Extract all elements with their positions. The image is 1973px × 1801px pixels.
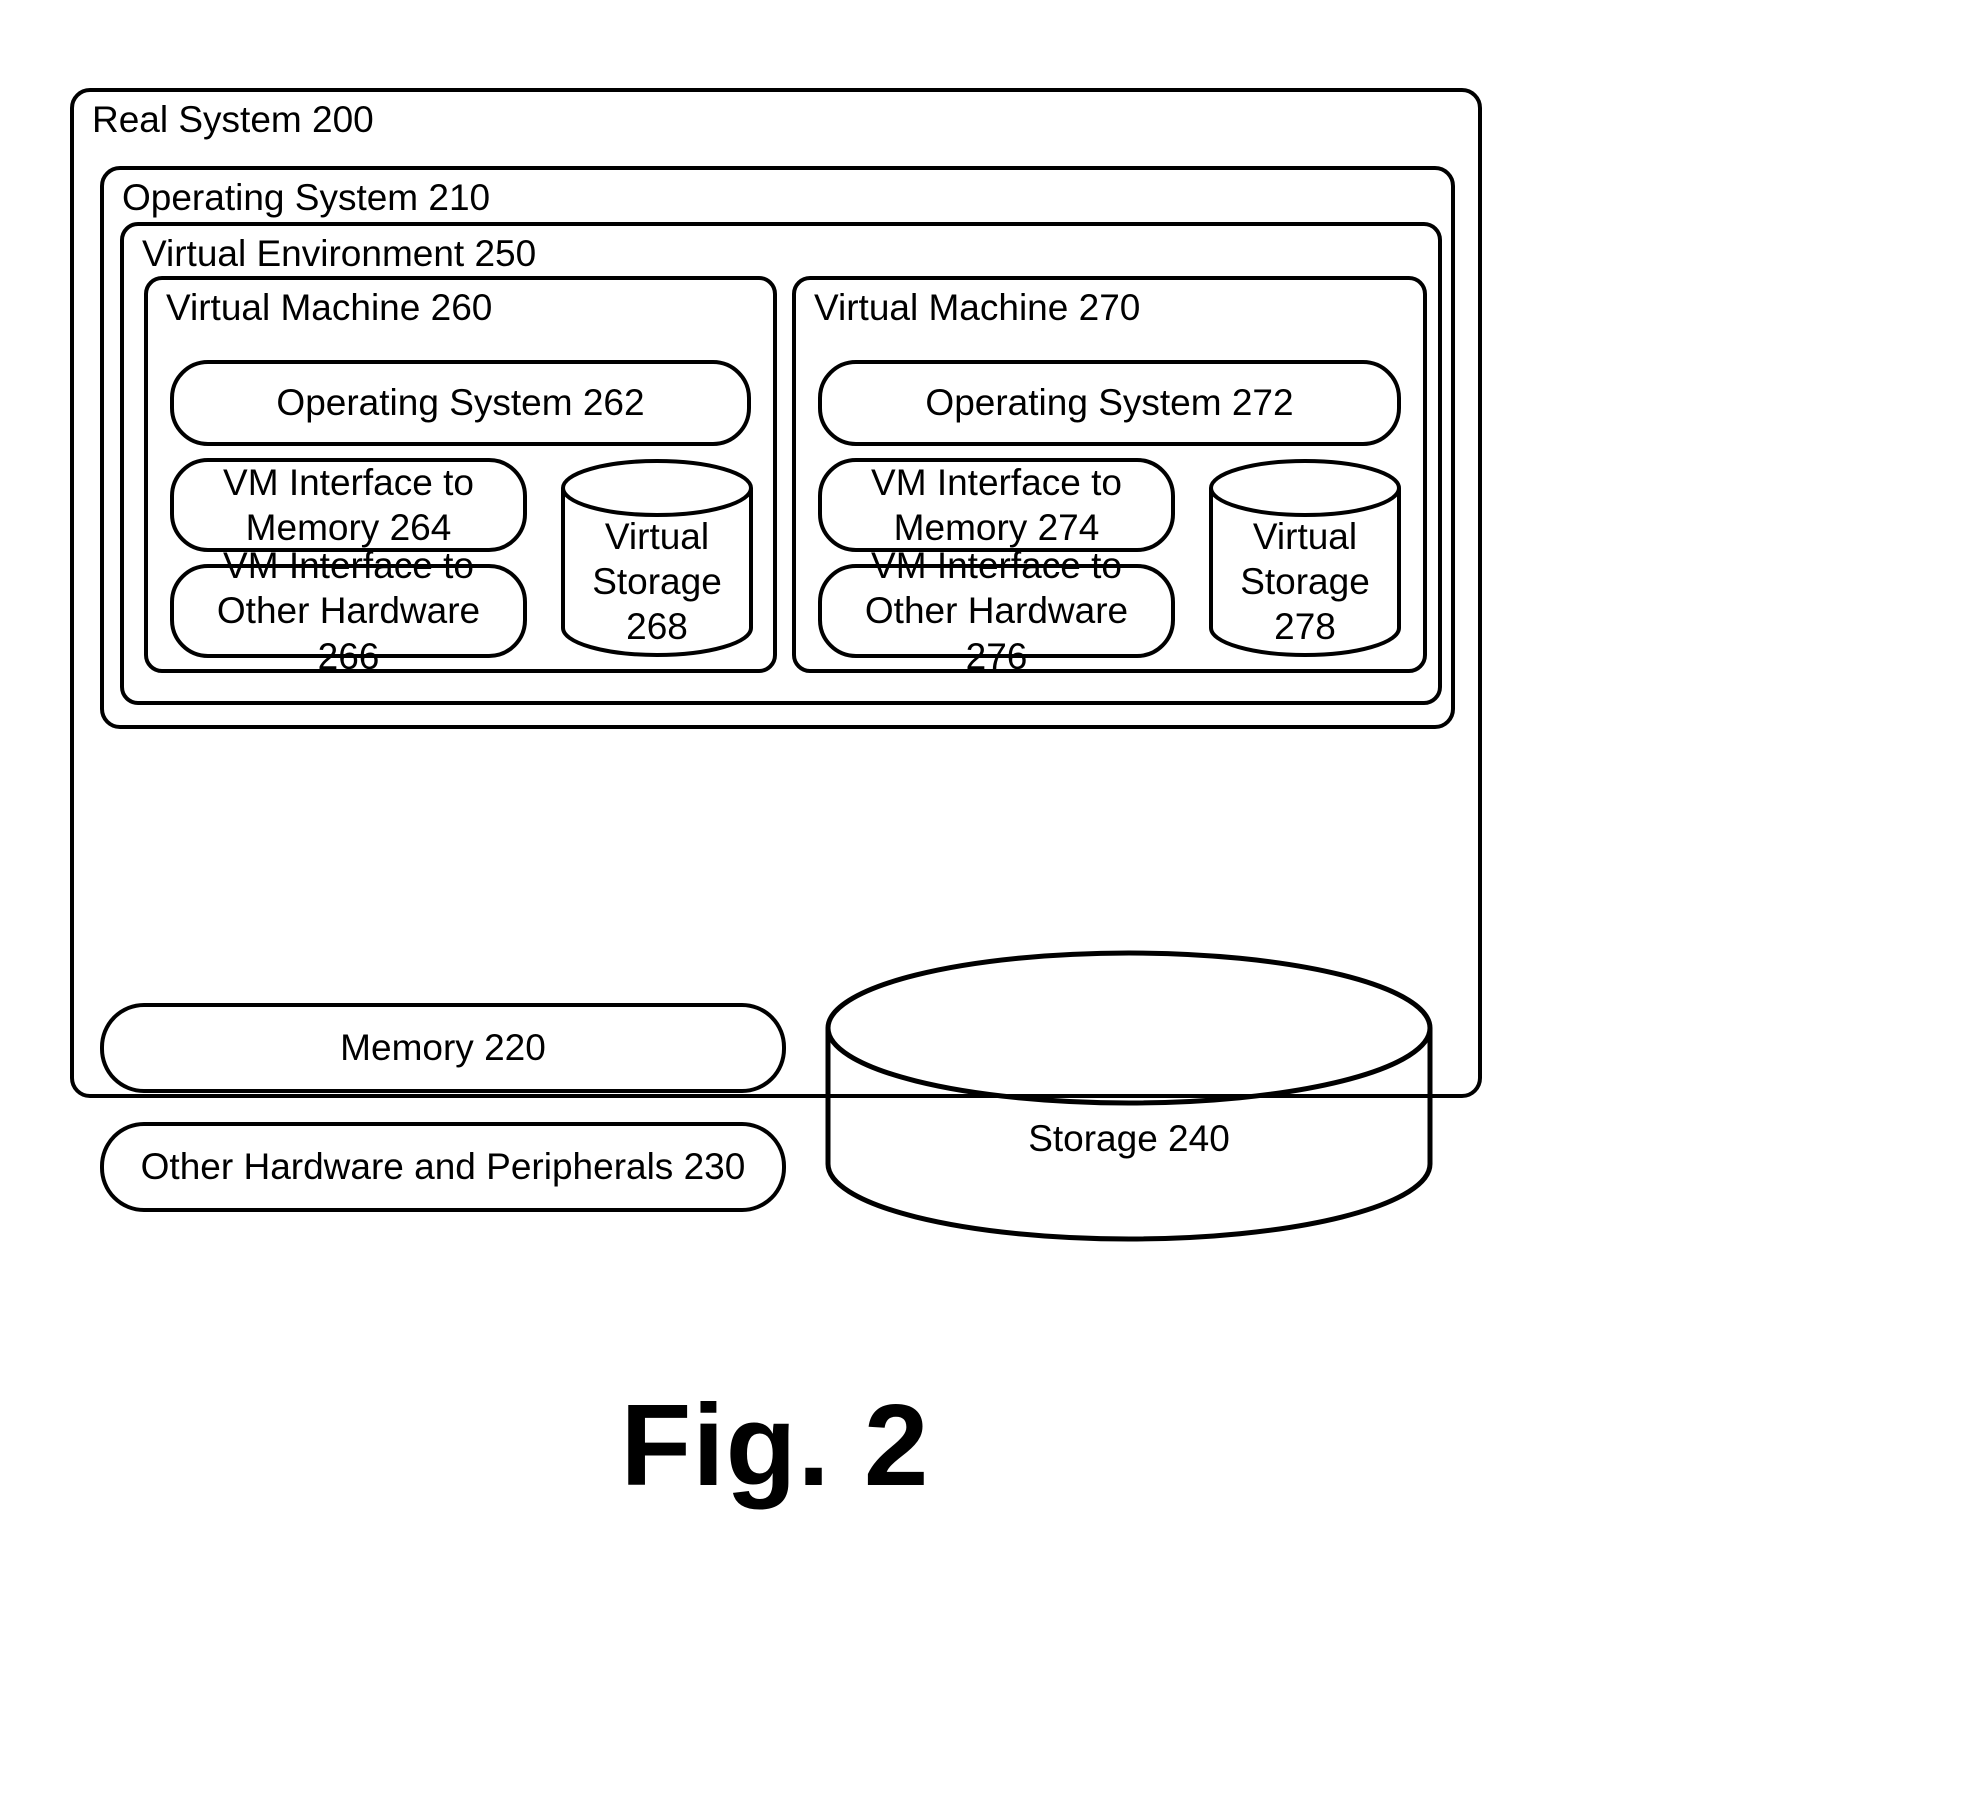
virtual-storage-278-cylinder: Virtual Storage 278 bbox=[1208, 458, 1402, 658]
real-system-title: Real System 200 bbox=[92, 99, 374, 140]
figure-caption: Fig. 2 bbox=[620, 1380, 930, 1510]
other-hardware-230-label: Other Hardware and Peripherals 230 bbox=[140, 1146, 746, 1188]
virtual-machine-260-title: Virtual Machine 260 bbox=[166, 287, 493, 328]
virtual-storage-268-label: Virtual Storage 268 bbox=[592, 516, 722, 648]
vm-260-interface-to-memory-label: VM Interface to Memory 264 bbox=[223, 461, 474, 548]
memory-220-label: Memory 220 bbox=[340, 1027, 546, 1069]
vm-270-interface-to-other-hardware-box: VM Interface to Other Hardware 276 bbox=[818, 545, 1175, 677]
virtual-machine-270-title: Virtual Machine 270 bbox=[814, 287, 1141, 328]
memory-220-box: Memory 220 bbox=[100, 1003, 786, 1093]
virtual-machine-260-container: Virtual Machine 260 Operating System 262… bbox=[144, 276, 777, 677]
vm-270-interface-to-memory-label: VM Interface to Memory 274 bbox=[871, 461, 1122, 548]
vm-260-interface-to-other-hardware-box: VM Interface to Other Hardware 266 bbox=[170, 545, 527, 677]
cylinder-icon bbox=[825, 950, 1433, 1242]
vm-270-interface-to-other-hardware-label: VM Interface to Other Hardware 276 bbox=[864, 545, 1129, 677]
vm-260-operating-system-label: Operating System 262 bbox=[276, 382, 645, 424]
storage-240-cylinder: Storage 240 bbox=[824, 950, 1434, 1242]
virtual-storage-268-cylinder: Virtual Storage 268 bbox=[560, 458, 754, 658]
figure-canvas: Real System 200 Operating System 210 Vir… bbox=[0, 0, 1973, 1801]
vm-270-operating-system-label: Operating System 272 bbox=[925, 382, 1294, 424]
vm-260-interface-to-memory-box: VM Interface to Memory 264 bbox=[170, 458, 527, 552]
vm-270-interface-to-memory-box: VM Interface to Memory 274 bbox=[818, 458, 1175, 552]
other-hardware-230-box: Other Hardware and Peripherals 230 bbox=[100, 1122, 786, 1212]
operating-system-210-title: Operating System 210 bbox=[122, 177, 491, 218]
vm-260-interface-to-other-hardware-label: VM Interface to Other Hardware 266 bbox=[216, 545, 481, 677]
virtual-environment-title: Virtual Environment 250 bbox=[142, 233, 537, 274]
virtual-machine-270-container: Virtual Machine 270 Operating System 272… bbox=[792, 276, 1427, 677]
virtual-storage-278-label: Virtual Storage 278 bbox=[1240, 516, 1370, 648]
storage-240-label: Storage 240 bbox=[1028, 1118, 1230, 1159]
vm-260-operating-system-box: Operating System 262 bbox=[170, 360, 751, 446]
vm-270-operating-system-box: Operating System 272 bbox=[818, 360, 1401, 446]
